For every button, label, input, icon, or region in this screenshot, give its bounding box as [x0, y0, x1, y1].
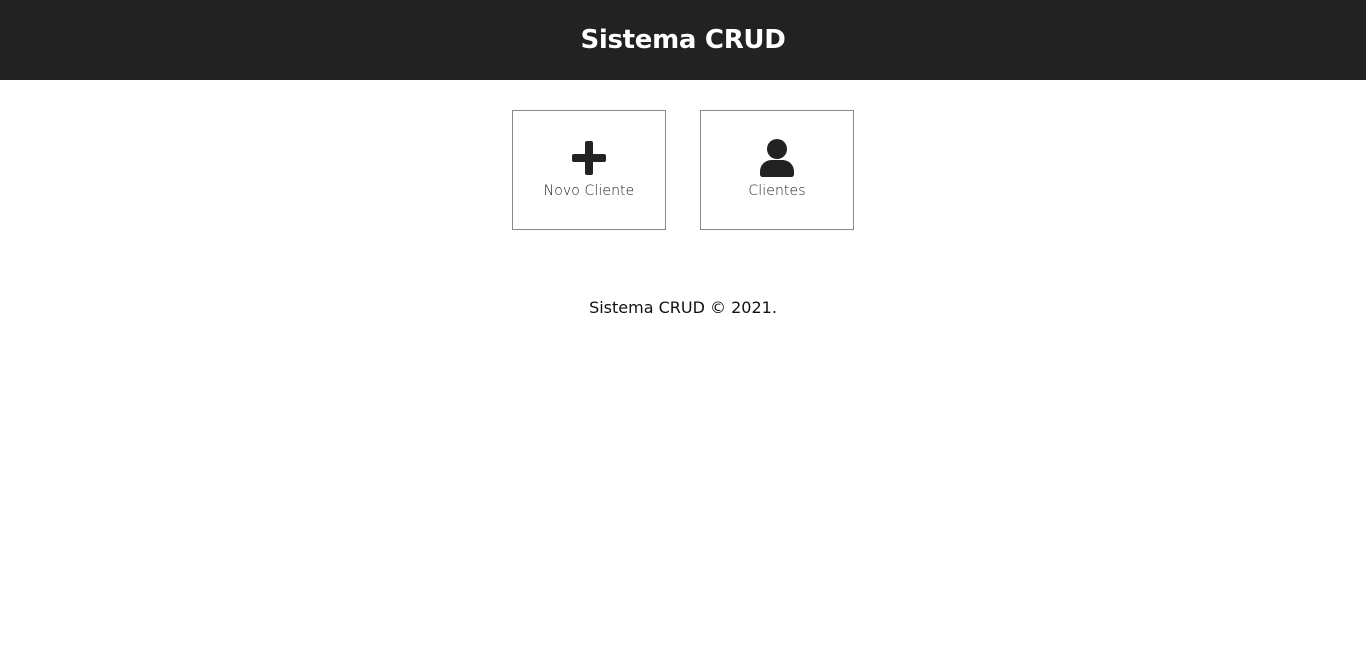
footer-copyright: Sistema CRUD © 2021.	[589, 298, 777, 317]
new-client-label: Novo Cliente	[543, 183, 635, 199]
page-title: Sistema CRUD	[580, 24, 786, 55]
clients-label: Clientes	[748, 183, 806, 199]
top-header: Sistema CRUD	[0, 0, 1366, 80]
user-icon	[759, 138, 795, 178]
new-client-button[interactable]: Novo Cliente	[512, 110, 666, 230]
plus-icon	[571, 138, 607, 178]
clients-button[interactable]: Clientes	[700, 110, 854, 230]
main-menu: Novo Cliente Clientes	[0, 110, 1366, 230]
